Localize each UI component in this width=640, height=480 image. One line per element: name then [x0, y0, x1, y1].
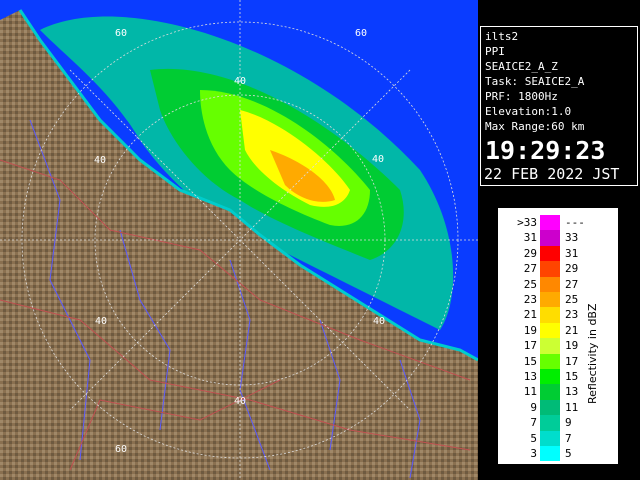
- scan-mode: PPI: [485, 45, 505, 58]
- legend-high-value: 29: [565, 262, 579, 276]
- legend-high-value: 15: [565, 370, 579, 383]
- legend-low-value: 11: [523, 385, 537, 399]
- legend-low-value: 7: [530, 416, 537, 430]
- elevation-value: Elevation:1.0: [485, 105, 572, 118]
- legend-swatch: [540, 430, 560, 446]
- legend-low-value: 21: [523, 308, 537, 322]
- legend-swatch: [540, 261, 560, 277]
- ring-label: 60: [355, 28, 367, 39]
- legend-swatch: [540, 369, 560, 385]
- legend-high-value: 9: [565, 416, 572, 430]
- legend-low-value: 29: [523, 246, 537, 260]
- ring-label: 60: [115, 444, 127, 455]
- legend-low-value: 9: [530, 400, 537, 414]
- ring-label: 60: [115, 28, 127, 39]
- legend-low-value: 17: [523, 339, 537, 353]
- legend-swatch: [540, 322, 560, 339]
- legend-row: 29 31: [499, 245, 617, 262]
- legend-swatch: [540, 230, 560, 246]
- legend-low-value: 19: [523, 323, 537, 337]
- legend-row: 79: [499, 415, 617, 431]
- legend-swatch: [540, 338, 560, 354]
- ring-label: 40: [372, 154, 384, 165]
- ring-label: 40: [95, 316, 107, 327]
- legend-high-value: 25: [565, 293, 579, 306]
- legend-high-value: 7: [565, 431, 572, 445]
- legend-high-value: 17: [565, 354, 579, 368]
- legend-high-value: 5: [565, 447, 572, 460]
- max-range-value: Max Range:60 km: [485, 120, 585, 133]
- legend-swatch: [540, 292, 560, 308]
- legend-low-value: 27: [523, 262, 537, 276]
- legend-high-value: 31: [565, 246, 579, 260]
- legend-low-value: >33: [517, 216, 537, 229]
- legend-row: 17 19: [499, 338, 617, 354]
- legend-title: Reflectivity in dBZ: [586, 303, 599, 404]
- legend-row: >33 ---: [499, 215, 617, 231]
- legend-low-value: 25: [523, 277, 537, 291]
- legend-row: 31 33: [499, 230, 617, 246]
- legend-high-value: 27: [565, 277, 579, 291]
- legend-swatch: [540, 215, 560, 231]
- legend-swatch: [540, 276, 560, 292]
- legend-low-value: 5: [530, 431, 537, 445]
- legend-row: 23 25: [499, 292, 617, 308]
- legend-row: 25 27: [499, 276, 617, 292]
- scan-date: 22 FEB 2022 JST: [484, 165, 620, 183]
- legend-row: 27 29: [499, 261, 617, 277]
- legend-high-value: 33: [565, 231, 579, 245]
- legend-row: 21 23: [499, 307, 617, 323]
- ring-label: 40: [234, 396, 246, 407]
- ring-label: 40: [94, 155, 106, 166]
- legend-swatch: [540, 384, 560, 400]
- legend-high-value: ---: [565, 216, 585, 229]
- legend-swatch: [540, 446, 560, 462]
- legend-low-value: 23: [523, 293, 537, 306]
- radar-map[interactable]: 60 60 40 40 40 40 40 40 60: [0, 0, 478, 480]
- legend-low-value: 31: [523, 231, 537, 245]
- legend-high-value: 11: [565, 400, 579, 414]
- legend-row: 57: [499, 430, 617, 446]
- scan-time: 19:29:23: [485, 136, 606, 165]
- scan-info-panel: ilts2 PPI SEAICE2_A_Z Task: SEAICE2_A PR…: [480, 26, 638, 186]
- legend-row: 15 17: [499, 353, 617, 369]
- legend-row: 13 15: [499, 369, 617, 385]
- legend-low-value: 15: [523, 354, 537, 368]
- legend-high-value: 13: [565, 385, 579, 399]
- legend-row: 11 13: [499, 384, 617, 400]
- site-name: ilts2: [485, 30, 519, 43]
- task-name: Task: SEAICE2_A: [485, 75, 585, 88]
- legend-swatch: [540, 307, 560, 323]
- legend-swatch: [540, 415, 560, 431]
- product-name: SEAICE2_A_Z: [485, 60, 558, 73]
- ring-label: 40: [234, 76, 246, 87]
- legend-row: 9 11: [499, 399, 617, 416]
- legend-high-value: 23: [565, 308, 579, 322]
- prf-value: PRF: 1800Hz: [485, 90, 558, 103]
- legend-high-value: 21: [565, 323, 579, 337]
- legend-row: 35: [499, 446, 617, 462]
- color-legend: >33 --- 31 33 29 31 27 29 25 27 23 25 21 23 19 21 17 19 15…: [498, 208, 618, 464]
- legend-swatch: [540, 399, 560, 416]
- legend-high-value: 19: [565, 339, 579, 353]
- ring-label: 40: [373, 316, 385, 327]
- legend-low-value: 3: [530, 447, 537, 460]
- legend-swatch: [540, 353, 560, 369]
- legend-low-value: 13: [523, 370, 537, 383]
- legend-row: 19 21: [499, 322, 617, 339]
- legend-swatch: [540, 245, 560, 262]
